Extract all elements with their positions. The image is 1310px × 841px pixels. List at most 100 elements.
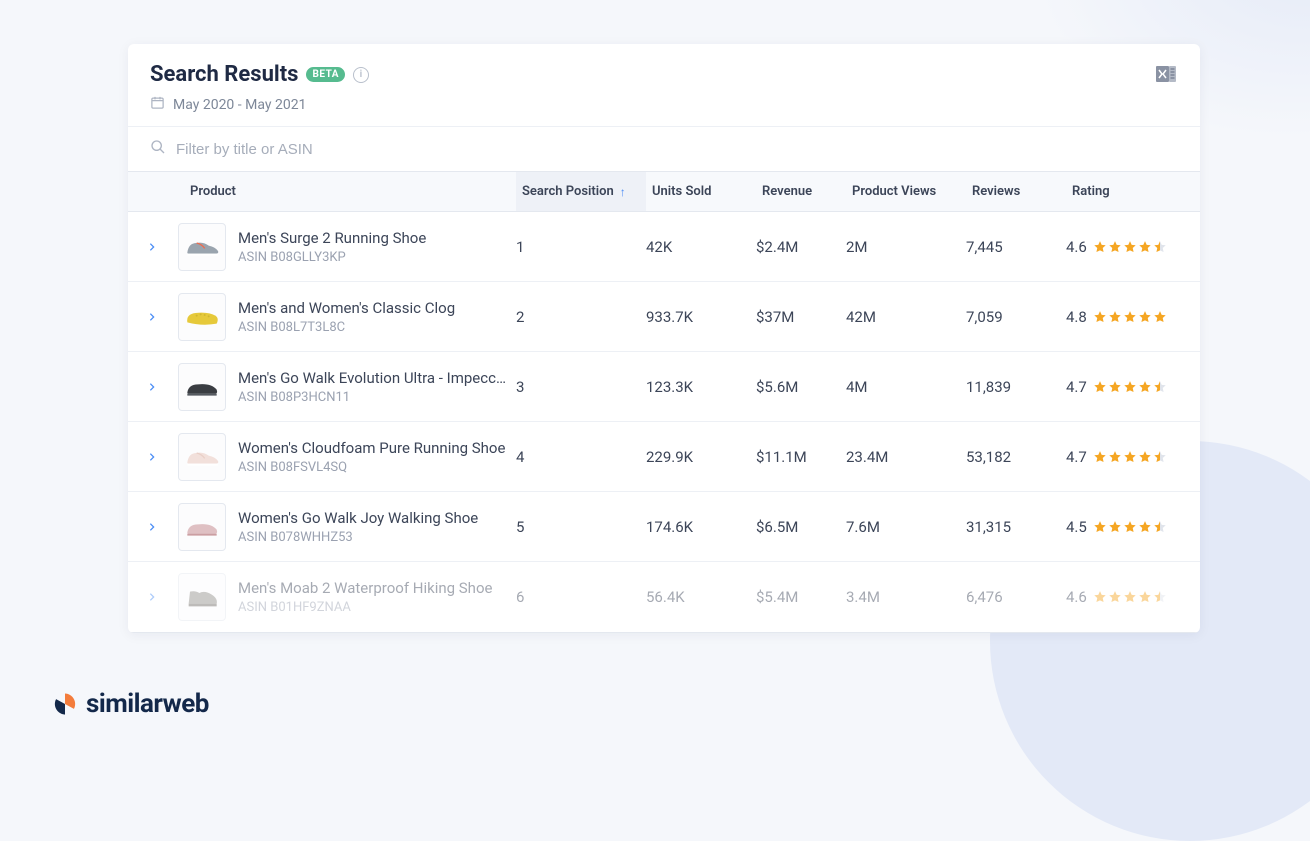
- cell-product-views: 2M: [846, 238, 966, 256]
- product-thumbnail: [178, 573, 226, 621]
- cell-product-views: 3.4M: [846, 588, 966, 606]
- cell-reviews: 7,445: [966, 238, 1066, 256]
- product-name: Women's Cloudfoam Pure Running Shoe: [238, 439, 505, 457]
- cell-rating: 4.5: [1066, 518, 1200, 536]
- cell-reviews: 53,182: [966, 448, 1066, 466]
- rating-value: 4.5: [1066, 518, 1087, 536]
- cell-product-views: 23.4M: [846, 448, 966, 466]
- product-asin: ASIN B08L7T3L8C: [238, 320, 455, 335]
- expand-row-icon[interactable]: [128, 242, 176, 252]
- product-cell[interactable]: Women's Cloudfoam Pure Running Shoe ASIN…: [176, 423, 516, 491]
- brand-logo-text: similarweb: [86, 689, 209, 719]
- table-row: Women's Go Walk Joy Walking Shoe ASIN B0…: [128, 492, 1200, 562]
- title-row: Search Results BETA i: [150, 62, 1178, 87]
- search-icon: [150, 139, 166, 159]
- cell-search-position: 2: [516, 308, 646, 326]
- product-name: Women's Go Walk Joy Walking Shoe: [238, 509, 478, 527]
- cell-units-sold: 42K: [646, 238, 756, 256]
- expand-row-icon[interactable]: [128, 592, 176, 602]
- sort-ascending-icon: ↑: [620, 185, 626, 199]
- table-row: Men's and Women's Classic Clog ASIN B08L…: [128, 282, 1200, 352]
- cell-search-position: 3: [516, 378, 646, 396]
- cell-reviews: 31,315: [966, 518, 1066, 536]
- table-row: Women's Cloudfoam Pure Running Shoe ASIN…: [128, 422, 1200, 492]
- expand-row-icon[interactable]: [128, 522, 176, 532]
- product-cell[interactable]: Men's Surge 2 Running Shoe ASIN B08GLLY3…: [176, 213, 516, 281]
- info-icon[interactable]: i: [353, 67, 369, 83]
- panel-header: Search Results BETA i May 2020 - May 202…: [128, 44, 1200, 126]
- search-results-panel: Search Results BETA i May 2020 - May 202…: [128, 44, 1200, 633]
- cell-rating: 4.6: [1066, 588, 1200, 606]
- cell-units-sold: 174.6K: [646, 518, 756, 536]
- product-name: Men's Surge 2 Running Shoe: [238, 229, 426, 247]
- product-cell[interactable]: Men's and Women's Classic Clog ASIN B08L…: [176, 283, 516, 351]
- cell-revenue: $37M: [756, 308, 846, 326]
- product-thumbnail: [178, 293, 226, 341]
- calendar-icon: [150, 95, 165, 114]
- product-asin: ASIN B08FSVL4SQ: [238, 460, 505, 475]
- cell-rating: 4.7: [1066, 448, 1200, 466]
- product-thumbnail: [178, 433, 226, 481]
- cell-search-position: 4: [516, 448, 646, 466]
- table-row: Men's Go Walk Evolution Ultra - Impecca.…: [128, 352, 1200, 422]
- col-header-units-sold[interactable]: Units Sold: [646, 172, 756, 211]
- rating-stars-icon: [1093, 380, 1167, 394]
- beta-badge: BETA: [306, 67, 345, 82]
- cell-revenue: $5.4M: [756, 588, 846, 606]
- product-asin: ASIN B08P3HCN11: [238, 390, 508, 405]
- product-cell[interactable]: Men's Moab 2 Waterproof Hiking Shoe ASIN…: [176, 563, 516, 631]
- cell-reviews: 6,476: [966, 588, 1066, 606]
- cell-revenue: $2.4M: [756, 238, 846, 256]
- rating-stars-icon: [1093, 590, 1167, 604]
- col-header-reviews[interactable]: Reviews: [966, 172, 1066, 211]
- rating-stars-icon: [1093, 520, 1167, 534]
- rating-value: 4.8: [1066, 308, 1087, 326]
- col-header-product-views[interactable]: Product Views: [846, 172, 966, 211]
- cell-revenue: $11.1M: [756, 448, 846, 466]
- date-range[interactable]: May 2020 - May 2021: [150, 95, 1178, 114]
- cell-reviews: 7,059: [966, 308, 1066, 326]
- cell-search-position: 6: [516, 588, 646, 606]
- product-thumbnail: [178, 223, 226, 271]
- product-name: Men's Moab 2 Waterproof Hiking Shoe: [238, 579, 492, 597]
- cell-product-views: 7.6M: [846, 518, 966, 536]
- col-header-revenue[interactable]: Revenue: [756, 172, 846, 211]
- cell-units-sold: 229.9K: [646, 448, 756, 466]
- cell-reviews: 11,839: [966, 378, 1066, 396]
- expand-row-icon[interactable]: [128, 452, 176, 462]
- product-cell[interactable]: Men's Go Walk Evolution Ultra - Impecca.…: [176, 353, 516, 421]
- cell-search-position: 5: [516, 518, 646, 536]
- product-asin: ASIN B08GLLY3KP: [238, 250, 426, 265]
- product-name: Men's Go Walk Evolution Ultra - Impecca.…: [238, 369, 508, 387]
- date-range-text: May 2020 - May 2021: [173, 97, 306, 113]
- brand-logo: similarweb: [52, 689, 209, 719]
- product-name: Men's and Women's Classic Clog: [238, 299, 455, 317]
- filter-input[interactable]: [176, 141, 1178, 158]
- product-thumbnail: [178, 363, 226, 411]
- expand-row-icon[interactable]: [128, 382, 176, 392]
- cell-product-views: 4M: [846, 378, 966, 396]
- cell-revenue: $6.5M: [756, 518, 846, 536]
- rating-stars-icon: [1093, 310, 1167, 324]
- expand-row-icon[interactable]: [128, 312, 176, 322]
- cell-product-views: 42M: [846, 308, 966, 326]
- cell-rating: 4.8: [1066, 308, 1200, 326]
- product-asin: ASIN B078WHHZ53: [238, 530, 478, 545]
- export-excel-icon[interactable]: [1154, 62, 1178, 90]
- rating-stars-icon: [1093, 240, 1167, 254]
- results-table: Product Search Position ↑ Units Sold Rev…: [128, 171, 1200, 633]
- col-expand: [128, 172, 176, 211]
- col-header-search-position-label: Search Position: [522, 184, 614, 199]
- cell-units-sold: 56.4K: [646, 588, 756, 606]
- col-header-product[interactable]: Product: [176, 172, 516, 211]
- table-row: Men's Surge 2 Running Shoe ASIN B08GLLY3…: [128, 212, 1200, 282]
- col-header-rating[interactable]: Rating: [1066, 172, 1200, 211]
- brand-logo-icon: [52, 691, 78, 717]
- rating-value: 4.6: [1066, 588, 1087, 606]
- cell-units-sold: 123.3K: [646, 378, 756, 396]
- product-asin: ASIN B01HF9ZNAA: [238, 600, 492, 615]
- product-cell[interactable]: Women's Go Walk Joy Walking Shoe ASIN B0…: [176, 493, 516, 561]
- rating-value: 4.6: [1066, 238, 1087, 256]
- col-header-search-position[interactable]: Search Position ↑: [516, 172, 646, 211]
- cell-rating: 4.6: [1066, 238, 1200, 256]
